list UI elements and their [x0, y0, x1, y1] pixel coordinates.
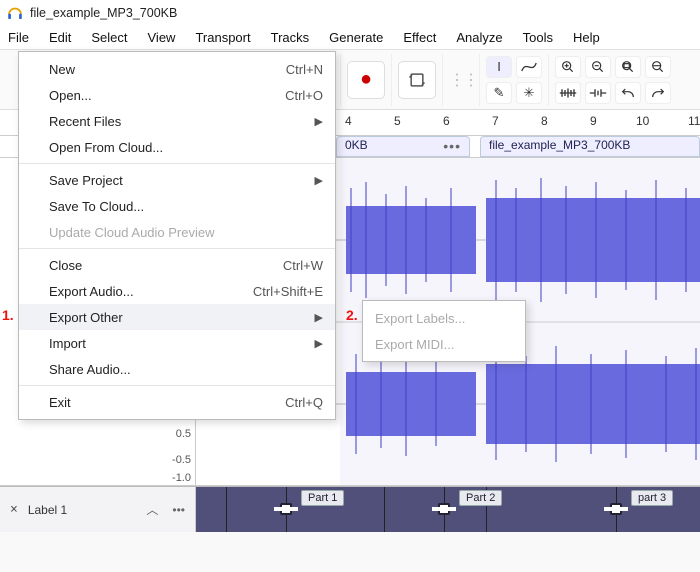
menu-select[interactable]: Select	[81, 28, 137, 47]
menu-item-save-project[interactable]: Save Project▶	[19, 167, 335, 193]
label-tag[interactable]: Part 1	[301, 490, 344, 506]
chevron-right-icon: ▶	[315, 115, 323, 128]
menu-generate[interactable]: Generate	[319, 28, 393, 47]
submenu-export-midi[interactable]: Export MIDI...	[363, 331, 525, 357]
amp-scale: 0.5	[176, 428, 191, 440]
amp-scale: -1.0	[172, 472, 191, 484]
label-track-header[interactable]: × Label 1 ︿ •••	[0, 487, 196, 532]
menu-item-exit[interactable]: ExitCtrl+Q	[19, 389, 335, 415]
zoom-out-icon[interactable]	[585, 56, 611, 78]
menu-transport[interactable]: Transport	[185, 28, 260, 47]
trim-icon[interactable]	[555, 82, 581, 104]
toolbar-drag-icon[interactable]: ⋮⋮	[449, 70, 477, 90]
clip-tab[interactable]: 0KB •••	[336, 136, 470, 157]
ruler-number: 4	[345, 114, 352, 128]
menu-item-update-cloud-preview: Update Cloud Audio Preview	[19, 219, 335, 245]
ruler-number: 8	[541, 114, 548, 128]
app-icon	[6, 4, 24, 22]
chevron-up-icon[interactable]: ︿	[142, 501, 162, 518]
clip-menu-icon[interactable]: •••	[443, 138, 461, 155]
selection-tool-icon[interactable]: I	[486, 56, 512, 78]
ruler-number: 11	[688, 114, 700, 128]
menu-tools[interactable]: Tools	[513, 28, 563, 47]
annotation-number-2: 2.	[346, 307, 358, 323]
menu-separator	[19, 248, 335, 249]
menu-file[interactable]: File	[4, 28, 39, 47]
window-title: file_example_MP3_700KB	[30, 6, 177, 20]
multi-tool-icon[interactable]: ✳	[516, 82, 542, 104]
file-menu: NewCtrl+N Open...Ctrl+O Recent Files▶ Op…	[18, 51, 336, 420]
chevron-right-icon: ▶	[315, 174, 323, 187]
track-menu-icon[interactable]: •••	[168, 503, 189, 517]
draw-tool-icon[interactable]: ✎	[486, 82, 512, 104]
menu-separator	[19, 163, 335, 164]
label-tag[interactable]: Part 2	[459, 490, 502, 506]
menu-item-import[interactable]: Import▶	[19, 330, 335, 356]
menu-view[interactable]: View	[138, 28, 186, 47]
menu-tracks[interactable]: Tracks	[261, 28, 320, 47]
menu-item-open[interactable]: Open...Ctrl+O	[19, 82, 335, 108]
redo-icon[interactable]	[645, 82, 671, 104]
label-tag[interactable]: part 3	[631, 490, 673, 506]
menu-item-recent-files[interactable]: Recent Files▶	[19, 108, 335, 134]
undo-icon[interactable]	[615, 82, 641, 104]
clip-tab[interactable]: file_example_MP3_700KB	[480, 136, 700, 157]
chevron-right-icon: ▶	[315, 311, 323, 324]
menu-item-save-to-cloud[interactable]: Save To Cloud...	[19, 193, 335, 219]
menu-item-export-audio[interactable]: Export Audio...Ctrl+Shift+E	[19, 278, 335, 304]
menu-item-close[interactable]: CloseCtrl+W	[19, 252, 335, 278]
label-track: × Label 1 ︿ ••• Part 1 Part 2 part 3	[0, 486, 700, 532]
menu-item-share-audio[interactable]: Share Audio...	[19, 356, 335, 382]
chevron-right-icon: ▶	[315, 337, 323, 350]
menu-item-new[interactable]: NewCtrl+N	[19, 56, 335, 82]
menu-help[interactable]: Help	[563, 28, 610, 47]
clip-label: 0KB	[345, 138, 368, 155]
silence-icon[interactable]	[585, 82, 611, 104]
title-bar: file_example_MP3_700KB	[0, 0, 700, 26]
export-other-submenu: Export Labels... Export MIDI...	[362, 300, 526, 362]
menu-item-open-from-cloud[interactable]: Open From Cloud...	[19, 134, 335, 160]
ruler-number: 5	[394, 114, 401, 128]
envelope-tool-icon[interactable]	[516, 56, 542, 78]
submenu-export-labels[interactable]: Export Labels...	[363, 305, 525, 331]
ruler-number: 6	[443, 114, 450, 128]
clip-label: file_example_MP3_700KB	[489, 138, 630, 152]
record-button[interactable]: ●	[347, 61, 385, 99]
label-lane[interactable]: Part 1 Part 2 part 3	[196, 487, 700, 532]
amp-scale: -0.5	[172, 454, 191, 466]
label-track-name: Label 1	[28, 503, 137, 517]
menu-effect[interactable]: Effect	[393, 28, 446, 47]
annotation-number-1: 1.	[2, 307, 14, 323]
fit-project-icon[interactable]	[645, 56, 671, 78]
loop-button[interactable]	[398, 61, 436, 99]
ruler-number: 10	[636, 114, 649, 128]
ruler-number: 9	[590, 114, 597, 128]
zoom-in-icon[interactable]	[555, 56, 581, 78]
close-icon[interactable]: ×	[6, 502, 22, 517]
menu-analyze[interactable]: Analyze	[446, 28, 512, 47]
menu-separator	[19, 385, 335, 386]
ruler-number: 7	[492, 114, 499, 128]
waveform-lower	[346, 364, 700, 444]
waveform-upper	[346, 198, 700, 282]
menu-item-export-other[interactable]: Export Other▶	[19, 304, 335, 330]
fit-selection-icon[interactable]	[615, 56, 641, 78]
menu-edit[interactable]: Edit	[39, 28, 81, 47]
menu-bar: File Edit Select View Transport Tracks G…	[0, 26, 700, 50]
